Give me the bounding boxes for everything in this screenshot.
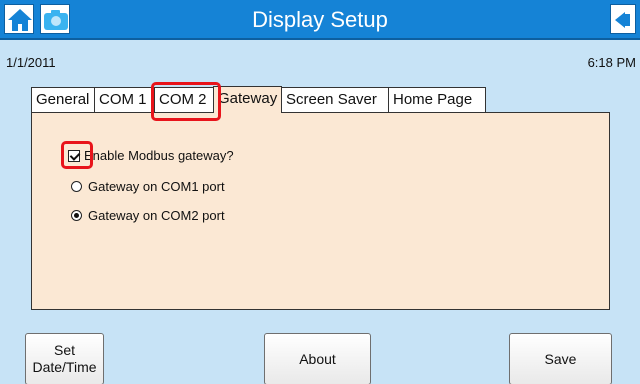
about-button[interactable]: About bbox=[264, 333, 371, 384]
tab-screen-saver[interactable]: Screen Saver bbox=[281, 87, 389, 113]
gateway-com2-label: Gateway on COM2 port bbox=[88, 208, 225, 223]
page-title: Display Setup bbox=[252, 7, 388, 32]
back-arrow-icon bbox=[615, 12, 630, 28]
gateway-com1-option[interactable]: Gateway on COM1 port bbox=[71, 179, 225, 194]
back-button[interactable] bbox=[610, 4, 636, 34]
title-bar: Display Setup bbox=[0, 0, 640, 40]
tab-gateway[interactable]: Gateway bbox=[213, 86, 282, 113]
gateway-com2-radio[interactable] bbox=[71, 210, 82, 221]
gateway-panel: Enable Modbus gateway? Gateway on COM1 p… bbox=[31, 112, 610, 310]
tab-com1[interactable]: COM 1 bbox=[94, 87, 155, 113]
current-time: 6:18 PM bbox=[587, 55, 636, 70]
enable-gateway-row[interactable]: Enable Modbus gateway? bbox=[68, 148, 234, 163]
set-datetime-button[interactable]: Set Date/Time bbox=[25, 333, 104, 384]
gateway-com1-label: Gateway on COM1 port bbox=[88, 179, 225, 194]
tab-general[interactable]: General bbox=[31, 87, 95, 113]
tab-strip: General COM 1 COM 2 Gateway Screen Saver… bbox=[31, 86, 486, 113]
enable-gateway-label: Enable Modbus gateway? bbox=[84, 148, 234, 163]
save-button[interactable]: Save bbox=[509, 333, 612, 384]
gateway-com1-radio[interactable] bbox=[71, 181, 82, 192]
tab-com2[interactable]: COM 2 bbox=[154, 87, 214, 113]
set-datetime-line1: Set bbox=[53, 342, 75, 358]
current-date: 1/1/2011 bbox=[6, 55, 56, 70]
tab-home-page[interactable]: Home Page bbox=[388, 87, 486, 113]
set-datetime-line2: Date/Time bbox=[32, 359, 97, 375]
gateway-com2-option[interactable]: Gateway on COM2 port bbox=[71, 208, 225, 223]
enable-gateway-checkbox[interactable] bbox=[68, 149, 80, 162]
